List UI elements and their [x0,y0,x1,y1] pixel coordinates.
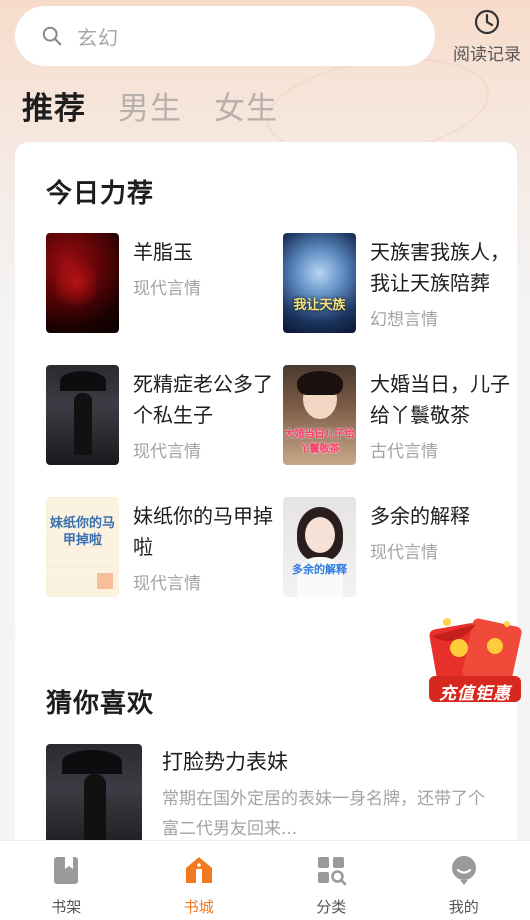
book-title: 天族害我族人，我让天族陪葬 [370,240,510,295]
channel-tabs: 推荐 男生 女生 [22,80,310,130]
recommend-title: 今日力荐 [46,179,155,209]
book-cover [46,233,119,333]
category-icon [318,857,347,886]
bookstore-icon [185,857,212,883]
book-cover: 我让天族 [283,233,356,333]
profile-icon [451,856,476,885]
book-title: 多余的解释 [370,504,470,528]
clock-icon [474,9,500,35]
recommend-card: 今日力荐 羊脂玉 现代言情 我让天族 天族害我族人，我让天族陪葬 幻想言情 死精… [15,142,517,639]
reading-history-label: 阅读记录 [453,45,521,65]
book-genre: 现代言情 [133,574,201,594]
book-cover: 妹纸你的马甲掉啦 [46,497,119,597]
book-item[interactable]: 死精症老公多了个私生子 现代言情 [46,365,276,465]
book-title: 大婚当日，儿子给丫鬟敬茶 [370,372,510,427]
nav-profile[interactable]: 我的 [398,841,530,920]
cover-title-art: 我让天族 [293,298,346,313]
nav-label: 我的 [448,898,479,916]
book-genre: 现代言情 [133,442,201,462]
tab-female[interactable]: 女生 [214,83,278,128]
book-title: 打脸势力表妹 [162,750,288,774]
book-genre: 古代言情 [370,442,438,462]
search-bar[interactable]: 玄幻 [15,6,435,66]
cover-title-art: 多余的解释 [292,563,347,576]
promo-label: 充值钜惠 [439,684,511,704]
book-item[interactable]: 大婚当日儿子给丫鬟敬茶 大婚当日，儿子给丫鬟敬茶 古代言情 [283,365,513,465]
tab-male[interactable]: 男生 [118,83,182,128]
book-cover: 多余的解释 [283,497,356,597]
book-cover: 大婚当日儿子给丫鬟敬茶 [283,365,356,465]
book-item[interactable]: 多余的解释 多余的解释 现代言情 [283,497,513,597]
nav-label: 分类 [316,898,347,916]
book-item[interactable]: 我让天族 天族害我族人，我让天族陪葬 幻想言情 [283,233,513,333]
bookshelf-icon [54,857,79,884]
nav-label: 书架 [51,898,82,916]
bottom-navigation: 书架 书城 分类 我的 [0,840,530,920]
book-item[interactable]: 羊脂玉 现代言情 [46,233,276,333]
book-genre: 幻想言情 [370,310,438,330]
reading-history-button[interactable]: 阅读记录 [448,8,526,68]
nav-bookstore[interactable]: 书城 [133,841,266,920]
book-title: 死精症老公多了个私生子 [133,372,273,427]
tab-recommend[interactable]: 推荐 [22,83,86,128]
cover-title-art: 妹纸你的马甲掉啦 [50,516,116,548]
book-cover [46,365,119,465]
recharge-promo-button[interactable]: 充值钜惠 [425,612,525,707]
book-title: 妹纸你的马甲掉啦 [133,504,273,559]
search-icon [42,26,62,46]
book-genre: 现代言情 [370,543,438,563]
cover-title-art: 大婚当日儿子给丫鬟敬茶 [284,429,355,455]
search-placeholder: 玄幻 [77,25,119,50]
nav-category[interactable]: 分类 [265,841,398,920]
book-item[interactable]: 妹纸你的马甲掉啦 妹纸你的马甲掉啦 现代言情 [46,497,276,597]
book-title: 羊脂玉 [133,240,193,264]
nav-bookshelf[interactable]: 书架 [0,841,133,920]
book-genre: 现代言情 [133,279,201,299]
book-description: 常期在国外定居的表妹一身名牌，还带了个富二代男友回来... [162,789,485,839]
nav-label: 书城 [183,898,214,916]
guess-title: 猜你喜欢 [46,689,155,719]
book-cover [46,744,142,854]
guess-book-item[interactable]: 打脸势力表妹 常期在国外定居的表妹一身名牌，还带了个富二代男友回来... [46,744,496,854]
